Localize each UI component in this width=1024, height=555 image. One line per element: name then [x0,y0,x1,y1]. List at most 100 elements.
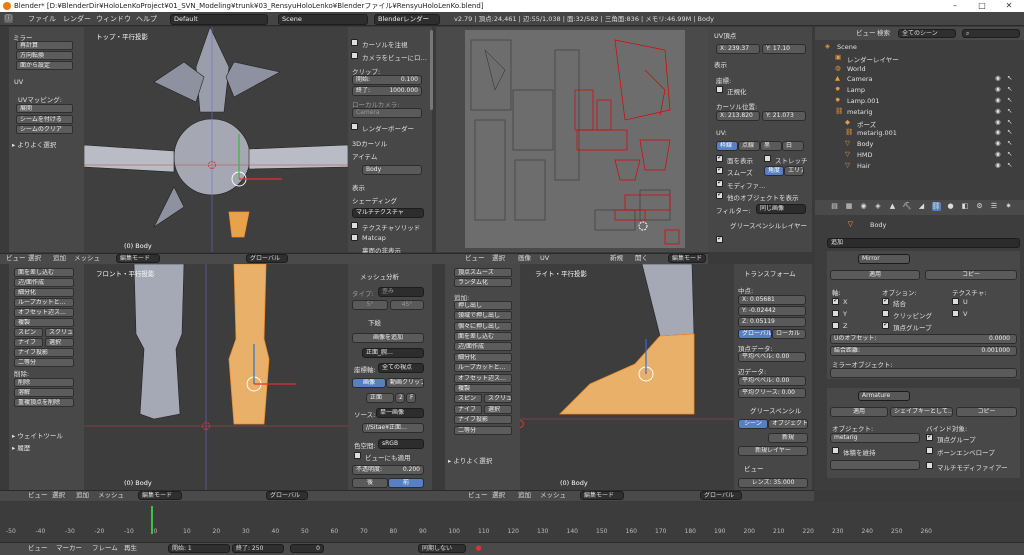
analysis-min-field[interactable]: 5° [352,300,388,310]
gp-new-layer-button[interactable]: 新規レイヤー [738,446,808,456]
outliner-item-label[interactable]: Hair [857,162,870,170]
bl-tool-button[interactable]: スピン [14,328,43,337]
median-z-field[interactable]: Z: 0.05119 [738,317,806,327]
properties-tab-icon[interactable]: ▦ [845,202,854,211]
scene-selector[interactable]: Scene [278,14,368,25]
tl-orientation-select[interactable]: グローバル [246,254,288,263]
mirror-object-field[interactable] [830,368,1017,378]
bl-tool-button[interactable]: 選択 [45,338,74,347]
outliner-item-label[interactable]: HMD [857,151,873,159]
bl-orientation-select[interactable]: グローバル [266,491,308,500]
item-name-field[interactable]: Body [362,165,422,175]
view-as-render-checkbox[interactable] [354,452,361,459]
uv-mode-dash[interactable]: 点線 [738,141,760,151]
image-fake-user[interactable]: F [406,393,416,403]
area-button[interactable]: エリア [784,166,804,176]
select-arrow-icon[interactable]: ↖ [1007,107,1012,115]
properties-tab-icon[interactable]: ◉ [859,202,868,211]
bl-tool-button[interactable]: 複製 [14,318,74,327]
shading-section[interactable]: シェーディング [352,195,397,205]
tl-add-menu[interactable]: 追加 [53,253,66,264]
display-section[interactable]: 表示 [352,182,365,192]
bl-tool-button[interactable]: 辺/面作成 [14,278,74,287]
uv-open-button[interactable]: 開く [635,253,648,264]
outliner-item-label[interactable]: レンダーレイヤー [847,54,899,64]
outliner-item-label[interactable]: Body [857,140,873,148]
uv-section-head[interactable]: UV [14,78,23,86]
clear-seam-button[interactable]: シームのクリア [16,125,73,134]
bl-tool-button[interactable]: ナイフ [14,338,43,347]
br-tool-button[interactable]: 頂点スムーズ [454,268,512,277]
bl-tool-button[interactable]: 溶解 [14,388,74,397]
properties-tab-icon[interactable]: ✷ [1004,202,1013,211]
uv-select-menu[interactable]: 選択 [492,253,505,264]
properties-tab-icon[interactable]: ▤ [830,202,839,211]
menu-render[interactable]: レンダー [63,12,91,26]
br-tool-button[interactable]: スクリュ [484,394,512,404]
tl-select-menu[interactable]: 選択 [28,253,41,264]
u-offset-field[interactable]: Uのオフセット: 0.0000 [830,334,1017,344]
br-tool-button[interactable]: 細分化 [454,352,512,362]
edge-bevel-field[interactable]: 平均ベベル: 0.00 [738,376,806,386]
gp-layer-checkbox[interactable] [716,234,723,243]
close-button[interactable]: ✕ [998,0,1020,12]
armature-name-field[interactable]: Armature [858,391,910,401]
properties-tab-icon[interactable]: ◢ [917,202,926,211]
tl-mesh-menu[interactable]: メッシュ [74,253,100,264]
bl-select-menu[interactable]: 選択 [52,490,65,501]
tl-sync-select[interactable]: 同期しない [418,544,466,553]
outliner-search-field[interactable]: ⌕ [962,29,1020,38]
br-tool-button[interactable]: 面を差し込む [454,332,512,341]
stretch-checkbox[interactable] [764,155,771,162]
menu-file[interactable]: ファイル [28,12,56,26]
visibility-eye-icon[interactable]: ◉ [995,128,1001,136]
select-arrow-icon[interactable]: ↖ [1007,139,1012,147]
transform-head[interactable]: トランスフォーム [744,268,796,278]
properties-tab-icon[interactable]: ☰ [990,202,999,211]
br-tool-button[interactable]: スピン [454,394,482,404]
recalc-normals-button[interactable]: 再計算 [16,41,73,50]
outliner-item-label[interactable]: Scene [837,43,857,51]
visibility-eye-icon[interactable]: ◉ [995,74,1001,82]
gp-new-button[interactable]: 新規 [768,433,808,443]
cursor-y-field[interactable]: Y: 21.073 [762,111,806,121]
br-tool-button[interactable]: 押し出し [454,300,512,310]
br-tool-button[interactable]: ナイフ [454,404,482,414]
outliner-item-label[interactable]: Camera [847,75,873,83]
tl-frame-menu[interactable]: フレーム [92,543,118,554]
br-tool-button[interactable]: ランダム化 [454,278,512,288]
image-users-field[interactable]: 2 [395,393,405,403]
tl-end-field[interactable]: 終了: 250 [232,544,284,553]
merge-distance-field[interactable]: 結合距離: 0.001000 [830,346,1017,356]
outliner-item-label[interactable]: Lamp [847,86,865,94]
multi-modifier-checkbox[interactable] [926,462,933,469]
uv-display-head[interactable]: 表示 [714,59,727,69]
source-select[interactable]: 単一画像 [376,408,424,418]
mesh-analysis-head[interactable]: メッシュ分析 [360,271,399,281]
br-tool-button[interactable]: ループカットと… [454,363,512,373]
crease-field[interactable]: 平均クリース: 0.00 [738,388,806,398]
colorspace-select[interactable]: sRGB [378,439,424,449]
other-objs-checkbox[interactable] [716,190,723,199]
tl-play-menu[interactable]: 再生 [124,543,137,554]
properties-tab-icon[interactable]: ⛏ [903,202,912,211]
image-axis-select[interactable]: 全ての視点 [378,363,424,373]
back-button[interactable]: 後 [352,478,388,488]
outliner-row[interactable]: ⛓ metarig.001 ◉ ↖ [815,128,1024,138]
outliner-filter-select[interactable]: 全てのシーン [898,29,956,38]
grease-pencil-head[interactable]: グリースペンシル [750,405,801,415]
lock-cursor-checkbox[interactable] [351,39,358,46]
select-arrow-icon[interactable]: ↖ [1007,85,1012,93]
bl-view-menu[interactable]: ビュー [28,490,48,501]
armature-vgroup-field[interactable] [830,460,920,470]
outliner-row[interactable]: ◍ World [815,64,1024,74]
local-camera-field[interactable]: Camera [352,108,422,118]
modified-checkbox[interactable] [716,178,723,187]
history-toggle[interactable]: ▸ 履歴 [12,442,30,452]
armature-copy-button[interactable]: コピー [956,407,1017,417]
visibility-eye-icon[interactable]: ◉ [995,150,1001,158]
analysis-max-field[interactable]: 45° [390,300,424,310]
select-arrow-icon[interactable]: ↖ [1007,150,1012,158]
outliner-row[interactable]: ▽ Body ◉ ↖ [815,139,1024,149]
br-mode-select[interactable]: 編集モード [580,491,624,500]
